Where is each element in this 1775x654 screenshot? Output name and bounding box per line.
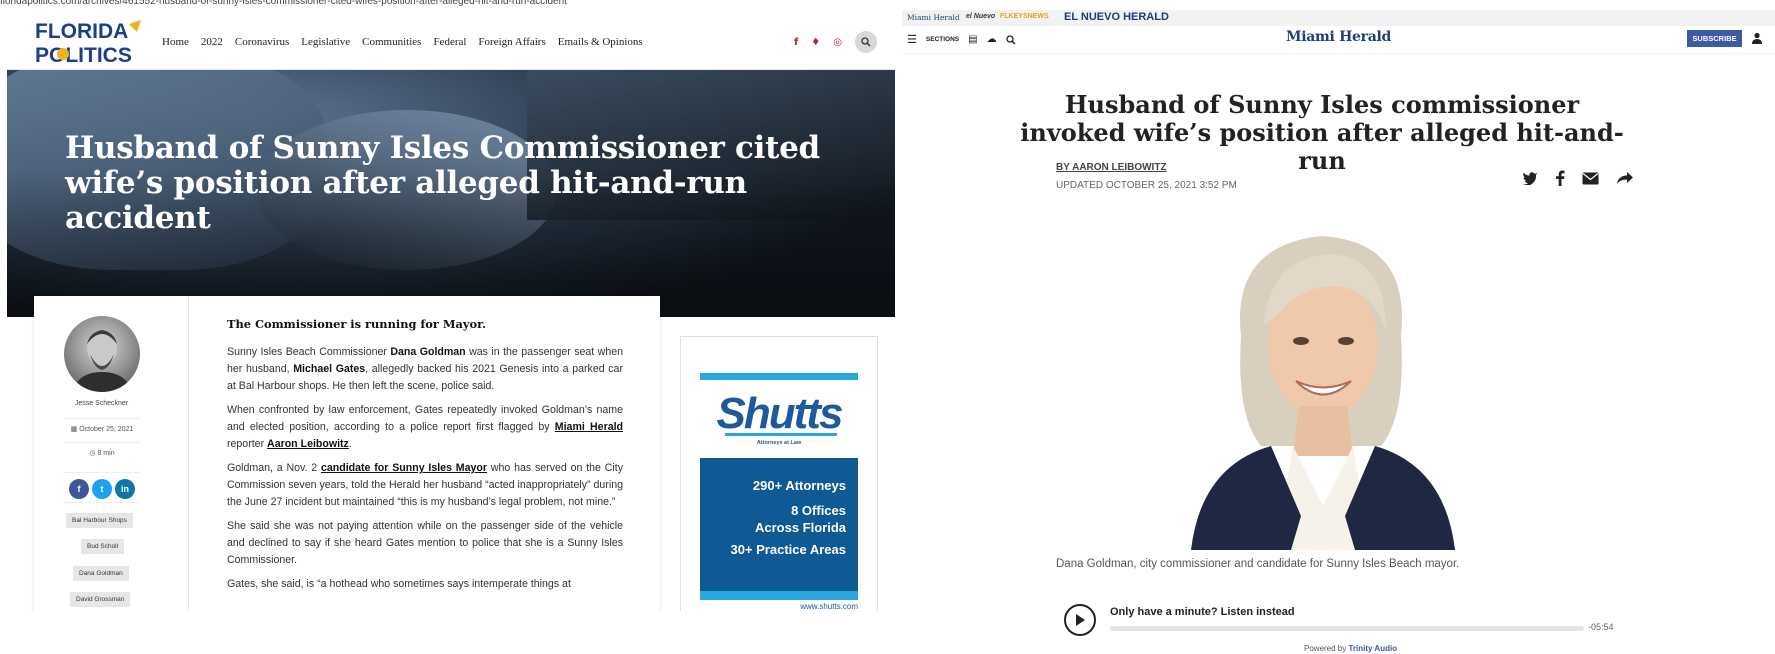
calendar-icon: ▦ bbox=[70, 426, 80, 433]
share-bar bbox=[1522, 170, 1634, 186]
user-account-icon[interactable] bbox=[1750, 31, 1764, 45]
shutts-advertisement[interactable]: Shutts Attorneys at Law 290+ Attorneys 8… bbox=[680, 336, 878, 618]
logo-line1: FLORIDA bbox=[35, 20, 128, 43]
article-headline: Husband of Sunny Isles Commissioner cite… bbox=[65, 130, 820, 236]
ad-line-practice-areas: 30+ Practice Areas bbox=[730, 542, 846, 557]
facebook-icon[interactable] bbox=[1555, 170, 1565, 186]
byline[interactable]: BY AARON LEIBOWITZ bbox=[1056, 162, 1167, 173]
paragraph-3: Goldman, a Nov. 2 candidate for Sunny Is… bbox=[227, 462, 623, 508]
article-photo[interactable] bbox=[1181, 216, 1465, 550]
site-header: FLORIDA POLITICS Home 2022 Coronavirus L… bbox=[7, 14, 895, 70]
powered-by-prefix: Powered by bbox=[1304, 644, 1347, 653]
logo-line2: POLITICS bbox=[35, 44, 132, 66]
nav-communities[interactable]: Communities bbox=[362, 36, 421, 48]
audio-time: -05:54 bbox=[1588, 622, 1614, 632]
ad-logo: Shutts bbox=[716, 389, 844, 438]
search-icon bbox=[861, 37, 871, 47]
miami-herald-logo[interactable]: Miami Herald bbox=[902, 29, 1775, 45]
paragraph-4: She said she was not paying attention wh… bbox=[227, 520, 623, 566]
address-bar-url[interactable]: floridapolitics.com/archives/461552-husb… bbox=[0, 0, 895, 8]
share-facebook-icon[interactable]: f bbox=[69, 479, 89, 499]
nav-coronavirus[interactable]: Coronavirus bbox=[235, 36, 289, 48]
ad-line-attorneys: 290+ Attorneys bbox=[752, 478, 846, 493]
instagram-icon[interactable]: ◎ bbox=[833, 37, 842, 48]
social-links: f ♦ ◎ bbox=[794, 31, 877, 53]
trinity-audio-link[interactable]: Trinity Audio bbox=[1348, 644, 1397, 653]
ad-panel: 290+ Attorneys 8 Offices Across Florida 3… bbox=[700, 458, 858, 600]
tag-dana-goldman[interactable]: Dana Goldman bbox=[73, 566, 129, 581]
subscribe-button[interactable]: SUBSCRIBE bbox=[1687, 30, 1742, 47]
nav-foreign-affairs[interactable]: Foreign Affairs bbox=[478, 36, 545, 48]
split-screenshot: floridapolitics.com/archives/461552-husb… bbox=[0, 0, 1775, 654]
ad-line-offices: 8 Offices Across Florida bbox=[754, 503, 846, 535]
nav-emails-opinions[interactable]: Emails & Opinions bbox=[558, 36, 643, 48]
paragraph-5: Gates, she said, is “a hothead who somet… bbox=[227, 578, 571, 590]
share-arrow-icon[interactable] bbox=[1616, 171, 1634, 185]
author-sidebar: Jesse Scheckner ▦ October 25, 2021 ◷ 8 m… bbox=[34, 296, 189, 654]
article-card: Jesse Scheckner ▦ October 25, 2021 ◷ 8 m… bbox=[34, 296, 660, 654]
miami-herald-page: Miami Herald el Nuevo FLKEYSNEWS EL NUEV… bbox=[902, 0, 1775, 654]
email-icon[interactable] bbox=[1582, 172, 1599, 185]
share-twitter-icon[interactable]: t bbox=[92, 479, 112, 499]
updated-timestamp: UPDATED OCTOBER 25, 2021 3:52 PM bbox=[1056, 180, 1237, 191]
florida-politics-logo[interactable]: FLORIDA POLITICS bbox=[33, 18, 151, 66]
tag-david-grossman[interactable]: David Grossman bbox=[70, 592, 131, 607]
play-icon bbox=[1076, 614, 1085, 626]
twitter-icon[interactable] bbox=[1522, 171, 1538, 185]
read-time: ◷ 8 min bbox=[64, 442, 140, 457]
play-button[interactable] bbox=[1064, 604, 1096, 636]
publish-date-text: October 25, 2021 bbox=[79, 426, 134, 433]
publish-date: ▦ October 25, 2021 bbox=[64, 418, 140, 433]
link-miami-herald[interactable]: Miami Herald bbox=[555, 421, 623, 433]
brand-flkeysnews[interactable]: FLKEYSNEWS bbox=[1000, 13, 1049, 20]
read-time-text: 8 min bbox=[97, 450, 115, 457]
twitter-icon[interactable]: ♦ bbox=[811, 37, 820, 48]
paragraph-1: Sunny Isles Beach Commissioner Dana Gold… bbox=[227, 346, 624, 392]
link-candidate-mayor[interactable]: candidate for Sunny Isles Mayor bbox=[321, 462, 487, 474]
share-linkedin-icon[interactable]: in bbox=[115, 479, 135, 499]
paragraph-2: When confronted by law enforcement, Gate… bbox=[227, 404, 623, 450]
audio-player: Only have a minute? Listen instead -05:5… bbox=[1064, 604, 1624, 640]
nav-home[interactable]: Home bbox=[162, 36, 189, 48]
nav-2022[interactable]: 2022 bbox=[201, 36, 223, 48]
florida-politics-page: floridapolitics.com/archives/461552-husb… bbox=[0, 0, 895, 654]
audio-progress-track[interactable] bbox=[1110, 626, 1584, 631]
ad-url[interactable]: www.shutts.com bbox=[700, 602, 858, 611]
link-aaron-leibowitz[interactable]: Aaron Leibowitz bbox=[267, 438, 349, 450]
photo-caption: Dana Goldman, city commissioner and cand… bbox=[1056, 558, 1460, 570]
audio-title: Only have a minute? Listen instead bbox=[1110, 606, 1295, 618]
nav-legislative[interactable]: Legislative bbox=[301, 36, 350, 48]
herald-header: ☰ SECTIONS ▤ ☁ Miami Herald SUBSCRIBE bbox=[902, 26, 1775, 54]
share-buttons: f t in bbox=[64, 472, 140, 499]
brand-miami-herald[interactable]: Miami Herald bbox=[907, 13, 960, 22]
brand-el-nuevo-herald[interactable]: EL NUEVO HERALD bbox=[1064, 11, 1169, 23]
article-body: The Commissioner is running for Mayor. S… bbox=[227, 316, 623, 600]
nav-federal[interactable]: Federal bbox=[433, 36, 466, 48]
author-name[interactable]: Jesse Scheckner bbox=[34, 400, 169, 407]
brand-el-nuevo[interactable]: el Nuevo bbox=[966, 13, 995, 20]
ad-tagline: Attorneys at Law bbox=[756, 440, 802, 446]
facebook-icon[interactable]: f bbox=[794, 37, 798, 48]
author-avatar[interactable] bbox=[64, 316, 140, 392]
network-bar: Miami Herald el Nuevo FLKEYSNEWS EL NUEV… bbox=[902, 10, 1775, 26]
tag-bud-scholl[interactable]: Bud Scholl bbox=[81, 539, 125, 554]
article-lead: The Commissioner is running for Mayor. bbox=[227, 317, 486, 331]
search-button[interactable] bbox=[855, 31, 877, 53]
tag-bal-harbour-shops[interactable]: Bal Harbour Shops bbox=[66, 513, 133, 528]
main-nav: Home 2022 Coronavirus Legislative Commun… bbox=[162, 36, 655, 48]
powered-by: Powered by Trinity Audio bbox=[1304, 644, 1397, 653]
